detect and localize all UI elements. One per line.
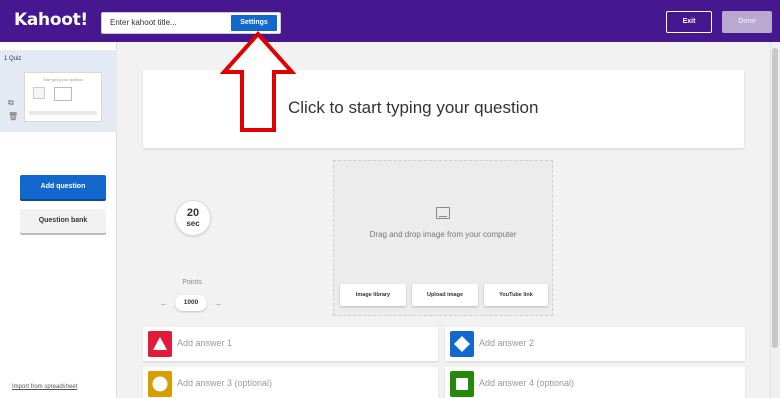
answer-4-placeholder: Add answer 4 (optional) [479,378,575,388]
scrollbar-thumb[interactable] [772,48,778,348]
import-spreadsheet-link[interactable]: Import from spreadsheet [12,384,77,390]
question-bank-button[interactable]: Question bank [20,209,106,233]
timer-unit: sec [186,219,200,228]
youtube-link-button[interactable]: YouTube link [484,284,548,306]
points-value[interactable]: 1000 [175,295,207,311]
points-decrease-icon[interactable]: ← [160,299,168,308]
points-label: Points [182,279,202,286]
thumbnail-answers [29,111,97,115]
media-dropzone-text: Drag and drop image from your computer [369,230,517,239]
answer-4-field[interactable]: Add answer 4 (optional) [445,367,745,398]
duplicate-icon[interactable]: ⧉ [8,98,14,108]
timer-value: 20 [186,207,200,219]
top-bar: Kahoot! Enter kahoot title... Settings E… [0,0,780,42]
image-library-button[interactable]: Image library [340,284,406,306]
points-increase-icon[interactable]: → [214,299,222,308]
triangle-icon [148,331,172,357]
thumbnail-card: Start typing your question [24,72,102,122]
thumbnail-text: Start typing your question [43,78,83,82]
thumbnail-timer [33,87,45,99]
kahoot-logo[interactable]: Kahoot! [14,10,88,30]
sidebar: 1 Quiz ⧉ 🗑 Start typing your question Ad… [0,42,117,398]
square-icon [450,371,474,397]
answer-2-field[interactable]: Add answer 2 [445,327,745,361]
exit-button[interactable]: Exit [666,11,712,33]
thumbnail-image-icon [54,87,72,101]
time-limit-button[interactable]: 20 sec [175,200,211,236]
red-arrow-annotation [220,31,296,132]
answer-2-placeholder: Add answer 2 [479,338,535,348]
media-dropzone[interactable]: Drag and drop image from your computer I… [333,160,553,316]
add-question-button[interactable]: Add question [20,175,106,199]
trash-icon[interactable]: 🗑 [8,112,18,121]
upload-image-button[interactable]: Upload image [412,284,478,306]
done-button[interactable]: Done [722,11,772,33]
diamond-icon [450,331,474,357]
circle-icon [148,371,172,397]
answer-1-field[interactable]: Add answer 1 [143,327,438,361]
answer-3-placeholder: Add answer 3 (optional) [177,378,273,388]
answer-3-field[interactable]: Add answer 3 (optional) [143,367,438,398]
slide-thumbnail[interactable]: 1 Quiz ⧉ 🗑 Start typing your question [0,50,117,132]
slide-label: 1 Quiz [4,56,22,62]
answer-1-placeholder: Add answer 1 [177,338,233,348]
image-icon [436,207,450,219]
